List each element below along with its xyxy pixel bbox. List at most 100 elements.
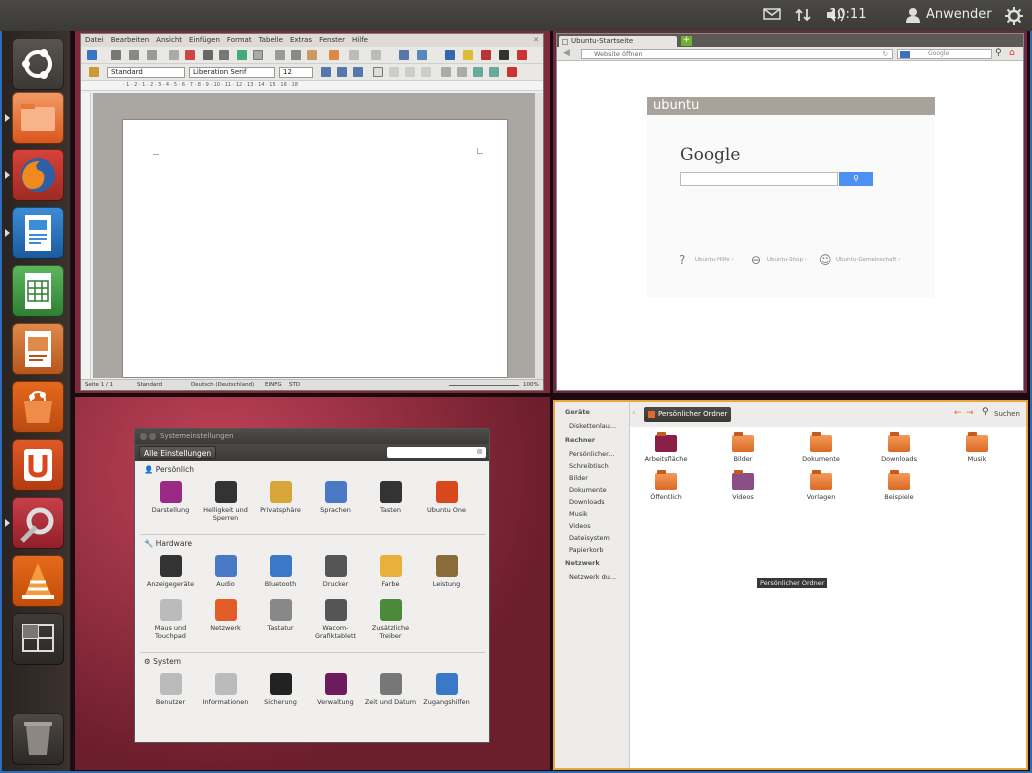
numbering-icon[interactable] xyxy=(441,67,451,77)
sidebar-item-floppy[interactable]: Diskettenlau... xyxy=(569,422,616,430)
menu-item[interactable]: Ansicht xyxy=(156,34,182,47)
settings-item[interactable]: Wacom-Grafiktablett xyxy=(308,599,363,640)
back-icon[interactable]: ‹ xyxy=(632,408,636,418)
close-icon[interactable]: ✕ xyxy=(533,34,539,47)
zoom-icon[interactable] xyxy=(517,50,527,60)
zoom-slider[interactable] xyxy=(449,385,519,386)
open-icon[interactable] xyxy=(111,50,121,60)
draw-icon[interactable] xyxy=(445,50,455,60)
user-name[interactable]: Anwender xyxy=(926,7,992,22)
settings-item[interactable]: Zeit und Datum xyxy=(363,673,418,706)
sidebar-item[interactable]: Downloads xyxy=(569,498,605,506)
mail-icon[interactable] xyxy=(763,7,781,21)
settings-item[interactable]: Maus und Touchpad xyxy=(143,599,198,640)
previous-icon[interactable]: ← xyxy=(954,408,962,418)
settings-item[interactable]: Zugangshilfen xyxy=(419,673,474,706)
menu-item[interactable]: Fenster xyxy=(319,34,345,47)
breadcrumb[interactable]: Persönlicher Ordner xyxy=(644,407,732,422)
gallery-icon[interactable] xyxy=(481,50,491,60)
settings-item[interactable]: Benutzer xyxy=(143,673,198,706)
outdent-icon[interactable] xyxy=(489,67,499,77)
next-icon[interactable]: → xyxy=(966,408,974,418)
preview-icon[interactable] xyxy=(219,50,229,60)
font-color-icon[interactable] xyxy=(507,67,517,77)
pdf-icon[interactable] xyxy=(185,50,195,60)
vlc-icon[interactable] xyxy=(12,555,64,607)
google-search-input[interactable] xyxy=(680,172,838,186)
redo-icon[interactable] xyxy=(371,50,381,60)
cut-icon[interactable] xyxy=(275,50,285,60)
sidebar-item[interactable]: Dateisystem xyxy=(569,534,610,542)
table-icon[interactable] xyxy=(417,50,427,60)
menu-item[interactable]: Format xyxy=(227,34,252,47)
document-page[interactable] xyxy=(122,119,508,378)
print-icon[interactable] xyxy=(203,50,213,60)
settings-titlebar[interactable]: Systemeinstellungen xyxy=(135,429,489,444)
shop-icon[interactable]: ⊖ xyxy=(751,253,761,267)
google-search-button[interactable]: ⚲ xyxy=(839,172,873,186)
align-center-icon[interactable] xyxy=(389,67,399,77)
folder-item[interactable]: Videos xyxy=(713,470,773,501)
reload-icon[interactable]: ↻ xyxy=(883,50,888,58)
search-label[interactable]: Suchen xyxy=(994,410,1020,418)
search-icon[interactable]: ⚲ xyxy=(995,48,1002,58)
page-style[interactable]: Standard xyxy=(137,380,162,390)
network-icon[interactable] xyxy=(795,7,811,23)
folder-item[interactable]: Musik xyxy=(947,432,1007,463)
undo-icon[interactable] xyxy=(349,50,359,60)
folder-item[interactable]: Arbeitsfläche xyxy=(636,432,696,463)
settings-item[interactable]: Zusätzliche Treiber xyxy=(363,599,418,640)
font-name-select[interactable]: Liberation Serif xyxy=(189,67,275,78)
sidebar-item[interactable]: Persönlicher... xyxy=(569,450,614,458)
save-icon[interactable] xyxy=(129,50,139,60)
underline-icon[interactable] xyxy=(353,67,363,77)
dash-home-icon[interactable] xyxy=(12,38,64,90)
settings-item[interactable]: Bluetooth xyxy=(253,555,308,588)
indent-icon[interactable] xyxy=(473,67,483,77)
shop-link[interactable]: Ubuntu-Shop › xyxy=(767,257,807,263)
files-icon[interactable] xyxy=(12,92,64,144)
close-icon[interactable] xyxy=(140,433,147,440)
settings-item[interactable]: Netzwerk xyxy=(198,599,253,632)
sidebar-item[interactable]: Dokumente xyxy=(569,486,607,494)
calc-icon[interactable] xyxy=(12,265,64,317)
vertical-ruler[interactable] xyxy=(81,93,91,379)
settings-item[interactable]: Helligkeit und Sperren xyxy=(198,481,253,522)
settings-item[interactable]: Drucker xyxy=(308,555,363,588)
italic-icon[interactable] xyxy=(337,67,347,77)
language[interactable]: Deutsch (Deutschland) xyxy=(191,380,254,390)
sidebar-item[interactable]: Videos xyxy=(569,522,591,530)
minimize-icon[interactable] xyxy=(149,433,156,440)
sidebar-item[interactable]: Papierkorb xyxy=(569,546,604,554)
search-icon[interactable]: ⚲ xyxy=(982,407,989,417)
styles-icon[interactable] xyxy=(89,67,99,77)
settings-window[interactable]: Systemeinstellungen Alle Einstellungen ⊗… xyxy=(134,428,490,743)
gear-icon[interactable] xyxy=(1005,7,1023,25)
clear-search-icon[interactable]: ⊗ xyxy=(476,447,483,456)
bullets-icon[interactable] xyxy=(457,67,467,77)
align-left-icon[interactable] xyxy=(373,67,383,77)
new-doc-icon[interactable] xyxy=(87,50,97,60)
clock[interactable]: 10:11 xyxy=(829,7,866,22)
back-icon[interactable]: ◀ xyxy=(563,48,570,58)
navigator-icon[interactable] xyxy=(463,50,473,60)
ubuntu-one-icon[interactable] xyxy=(12,439,64,491)
align-right-icon[interactable] xyxy=(405,67,415,77)
writer-window[interactable]: Datei Bearbeiten Ansicht Einfügen Format… xyxy=(80,33,544,391)
settings-item[interactable]: Leistung xyxy=(419,555,474,588)
new-tab-icon[interactable]: + xyxy=(681,36,692,46)
all-settings-button[interactable]: Alle Einstellungen xyxy=(139,446,217,459)
settings-item[interactable]: Ubuntu One xyxy=(419,481,474,514)
firefox-icon[interactable] xyxy=(12,149,64,201)
font-size-select[interactable]: 12 xyxy=(279,67,313,78)
folder-item[interactable]: Vorlagen xyxy=(791,470,851,501)
impress-icon[interactable] xyxy=(12,323,64,375)
user-icon[interactable] xyxy=(906,7,920,23)
settings-item[interactable]: Darstellung xyxy=(143,481,198,514)
menu-item[interactable]: Bearbeiten xyxy=(111,34,149,47)
folder-item[interactable]: Bilder xyxy=(713,432,773,463)
settings-item[interactable]: Sicherung xyxy=(253,673,308,706)
menu-item[interactable]: Hilfe xyxy=(352,34,368,47)
settings-item[interactable]: Anzeigegeräte xyxy=(143,555,198,588)
vertical-scrollbar[interactable] xyxy=(535,93,543,379)
